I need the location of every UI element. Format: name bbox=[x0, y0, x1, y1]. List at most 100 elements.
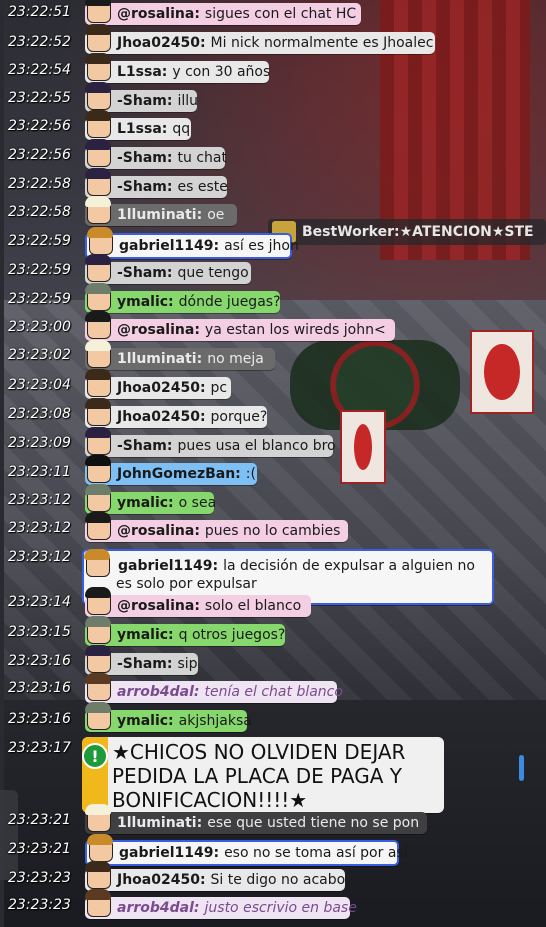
chat-bubble[interactable]: @rosalina: solo el blanco bbox=[85, 587, 311, 617]
avatar-icon[interactable] bbox=[81, 254, 115, 284]
timestamp: 23:23:09 bbox=[8, 435, 71, 451]
chat-bubble[interactable]: Jhoa02450: porque? bbox=[85, 398, 268, 428]
chat-bubble[interactable]: ymalic: akjshjaksa bbox=[85, 702, 252, 732]
username[interactable]: gabriel1149: bbox=[118, 558, 218, 574]
username[interactable]: @rosalina: bbox=[117, 523, 200, 539]
username[interactable]: ymalic: bbox=[117, 713, 174, 729]
username[interactable]: 1lluminati: bbox=[117, 351, 202, 367]
chat-bubble[interactable]: arrob4dal: tenía el chat blanco bbox=[85, 673, 343, 703]
username[interactable]: -Sham: bbox=[117, 265, 173, 281]
chat-bubble[interactable]: 1lluminati: ese que usted tiene no se pon bbox=[85, 804, 427, 834]
avatar-icon[interactable] bbox=[81, 512, 115, 542]
chat-bubble[interactable]: L1ssa: y con 30 años bbox=[85, 53, 270, 83]
avatar-icon[interactable] bbox=[81, 645, 115, 675]
avatar-icon[interactable] bbox=[83, 227, 117, 257]
username[interactable]: JohnGomezBan: bbox=[117, 466, 241, 482]
username[interactable]: -Sham: bbox=[117, 179, 173, 195]
avatar-icon[interactable] bbox=[81, 139, 115, 169]
message-text: q otros juegos? bbox=[178, 627, 286, 643]
chat-bubble[interactable]: ymalic: dónde juegas? bbox=[85, 283, 281, 313]
username[interactable]: -Sham: bbox=[117, 656, 173, 672]
avatar-icon[interactable] bbox=[81, 455, 115, 485]
username[interactable]: ymalic: bbox=[117, 627, 174, 643]
message-text: pues usa el blanco bro bbox=[177, 438, 336, 454]
username[interactable]: -Sham: bbox=[117, 438, 173, 454]
avatar-icon[interactable] bbox=[81, 311, 115, 341]
avatar-icon[interactable] bbox=[81, 484, 115, 514]
avatar-icon[interactable] bbox=[81, 82, 115, 112]
message-text: justo escrivio en base bbox=[204, 900, 357, 916]
chat-bubble[interactable]: @rosalina: sigues con el chat HC bbox=[85, 0, 361, 25]
avatar-icon[interactable] bbox=[83, 834, 117, 864]
chat-bubble[interactable]: -Sham: tu chat bbox=[85, 139, 227, 169]
chat-bubble[interactable]: gabriel1149: así es jhon bbox=[85, 227, 299, 259]
avatar-icon[interactable] bbox=[81, 616, 115, 646]
chat-bubble[interactable]: JohnGomezBan::( bbox=[85, 455, 257, 485]
avatar-icon[interactable] bbox=[81, 889, 115, 919]
chat-bubble[interactable]: -Sham: es este bbox=[85, 168, 228, 198]
chat-bubble[interactable]: -Sham: que tengo bbox=[85, 254, 251, 284]
username[interactable]: @rosalina: bbox=[117, 322, 200, 338]
avatar-icon[interactable] bbox=[81, 861, 115, 891]
username[interactable]: Jhoa02450: bbox=[117, 380, 206, 396]
message-text: porque? bbox=[210, 409, 268, 425]
chat-bubble[interactable]: ymalic: o sea bbox=[85, 484, 216, 514]
avatar-icon[interactable] bbox=[81, 702, 115, 732]
username[interactable]: ymalic: bbox=[117, 495, 174, 511]
chat-bubble[interactable]: Jhoa02450: Mi nick normalmente es Jhoalec bbox=[85, 24, 435, 54]
chat-bubble[interactable]: arrob4dal: justo escrivio en base bbox=[85, 889, 357, 919]
avatar-icon[interactable] bbox=[81, 340, 115, 370]
username[interactable]: L1ssa: bbox=[117, 121, 167, 137]
username[interactable]: Jhoa02450: bbox=[117, 35, 206, 51]
username[interactable]: 1lluminati: bbox=[117, 815, 202, 831]
username[interactable]: ymalic: bbox=[117, 294, 174, 310]
timestamp: 23:22:52 bbox=[8, 34, 71, 50]
avatar-icon[interactable] bbox=[81, 673, 115, 703]
avatar-icon[interactable] bbox=[81, 24, 115, 54]
timestamp: 23:23:16 bbox=[8, 653, 71, 669]
username[interactable]: @rosalina: bbox=[117, 598, 200, 614]
avatar-icon[interactable] bbox=[81, 369, 115, 399]
avatar-icon[interactable] bbox=[81, 53, 115, 83]
username[interactable]: -Sham: bbox=[117, 93, 173, 109]
avatar-icon[interactable] bbox=[81, 427, 115, 457]
chat-bubble[interactable]: ymalic: q otros juegos? bbox=[85, 616, 286, 646]
chat-bubble[interactable]: L1ssa: qq bbox=[85, 110, 191, 140]
avatar-icon[interactable] bbox=[81, 196, 115, 226]
username[interactable]: gabriel1149: bbox=[119, 238, 219, 254]
avatar-icon[interactable] bbox=[80, 549, 114, 579]
timestamp: 23:22:56 bbox=[8, 147, 71, 163]
chat-bubble[interactable]: @rosalina: pues no lo cambies bbox=[85, 512, 348, 542]
chat-bubble[interactable]: -Sham: sip bbox=[85, 645, 198, 675]
chat-bubble[interactable]: -Sham: illu bbox=[85, 82, 198, 112]
avatar-icon[interactable] bbox=[81, 283, 115, 313]
avatar-icon[interactable] bbox=[81, 110, 115, 140]
chat-bubble[interactable]: 1lluminati: no meja bbox=[85, 340, 275, 370]
username[interactable]: arrob4dal: bbox=[117, 900, 200, 916]
announcement-bar: ! bbox=[82, 737, 108, 813]
username[interactable]: Jhoa02450: bbox=[117, 872, 206, 888]
chat-bubble[interactable]: gabriel1149: eso no se toma así por así bbox=[85, 834, 408, 866]
chat-bubble[interactable]: 1lluminati: oe bbox=[85, 196, 237, 226]
username[interactable]: Jhoa02450: bbox=[117, 409, 206, 425]
chat-bubble[interactable]: Jhoa02450: pc bbox=[85, 369, 231, 399]
username[interactable]: 1lluminati: bbox=[117, 207, 202, 223]
avatar-icon[interactable] bbox=[81, 0, 115, 25]
message-text: así es jhon bbox=[224, 238, 299, 254]
chat-bubble[interactable]: @rosalina: ya estan los wireds john< bbox=[85, 311, 395, 341]
username[interactable]: -Sham: bbox=[117, 150, 173, 166]
avatar-icon[interactable] bbox=[81, 804, 115, 834]
avatar-icon[interactable] bbox=[81, 587, 115, 617]
message-text: pc bbox=[210, 380, 228, 396]
username[interactable]: arrob4dal: bbox=[117, 684, 200, 700]
chat-bubble[interactable]: -Sham: pues usa el blanco bro bbox=[85, 427, 336, 457]
avatar-icon[interactable] bbox=[81, 398, 115, 428]
chat-bubble[interactable]: Jhoa02450: Si te digo no acabo bbox=[85, 861, 345, 891]
timestamp: 23:23:08 bbox=[8, 406, 71, 422]
username[interactable]: L1ssa: bbox=[117, 64, 167, 80]
message-text: pues no lo cambies bbox=[204, 523, 341, 539]
avatar-icon[interactable] bbox=[81, 168, 115, 198]
username[interactable]: gabriel1149: bbox=[119, 845, 219, 861]
username[interactable]: @rosalina: bbox=[117, 6, 200, 22]
timestamp: 23:23:23 bbox=[8, 897, 71, 913]
